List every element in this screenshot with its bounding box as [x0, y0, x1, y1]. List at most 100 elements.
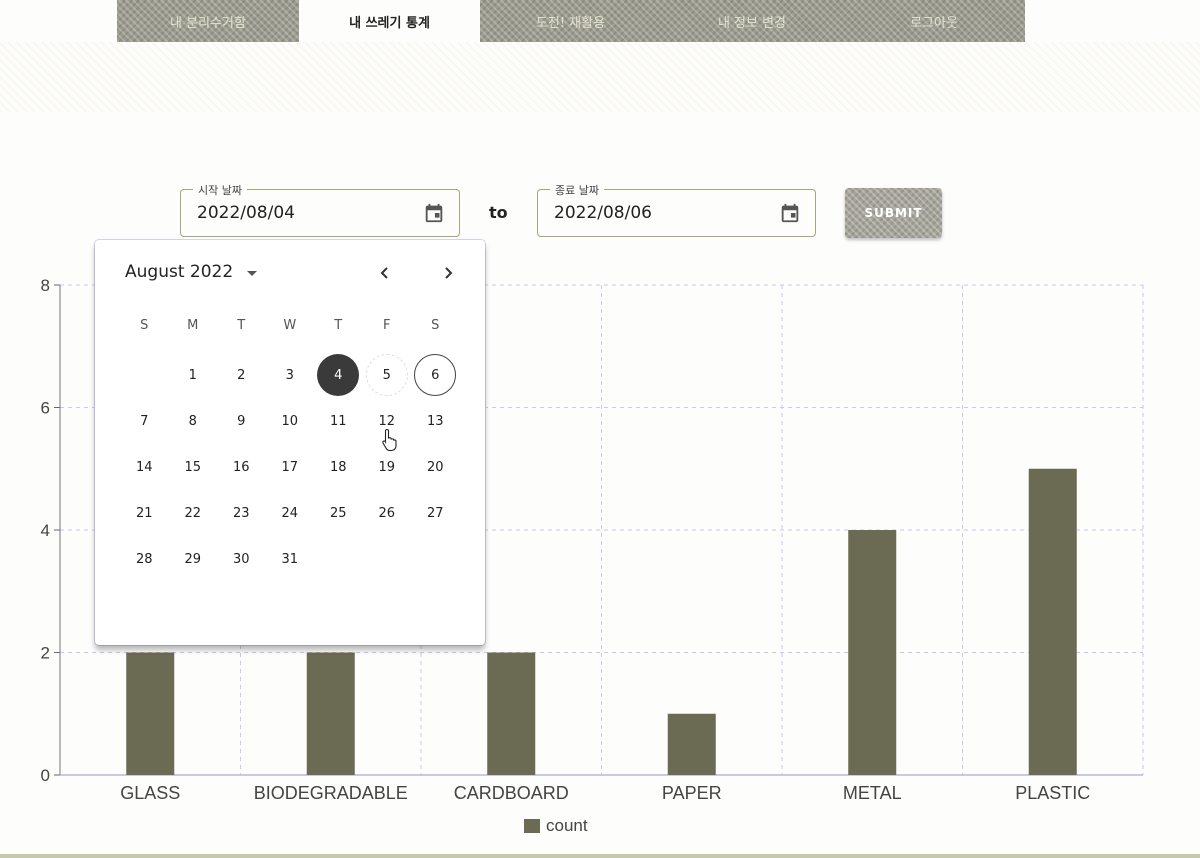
calendar-day[interactable]: 1: [169, 352, 218, 398]
calendar-day[interactable]: 28: [120, 536, 169, 582]
calendar-icon[interactable]: [423, 201, 445, 225]
calendar-day[interactable]: 23: [217, 490, 266, 536]
calendar-day[interactable]: 29: [169, 536, 218, 582]
calendar-day-number: 9: [237, 413, 246, 429]
month-year-label[interactable]: August 2022: [125, 262, 233, 282]
calendar-day[interactable]: 18: [314, 444, 363, 490]
bar: [487, 652, 536, 775]
calendar-day[interactable]: 17: [266, 444, 315, 490]
calendar-day[interactable]: 3: [266, 352, 315, 398]
calendar-day[interactable]: 8: [169, 398, 218, 444]
calendar-day[interactable]: 21: [120, 490, 169, 536]
calendar-day[interactable]: 4: [314, 352, 363, 398]
y-tick-label: 8: [41, 276, 50, 295]
calendar-day-number: 10: [281, 413, 299, 429]
calendar-day-number: 8: [188, 413, 197, 429]
x-tick-label: PAPER: [662, 783, 722, 803]
x-tick-label: PLASTIC: [1015, 783, 1090, 803]
calendar-day-number: 26: [378, 505, 396, 521]
calendar-day[interactable]: 22: [169, 490, 218, 536]
calendar-day-number: 1: [188, 367, 197, 383]
next-month-button[interactable]: [436, 261, 460, 285]
calendar-day[interactable]: 30: [217, 536, 266, 582]
calendar-day[interactable]: 24: [266, 490, 315, 536]
calendar-day[interactable]: 14: [120, 444, 169, 490]
chevron-right-icon: [445, 267, 453, 279]
start-date-label: 시작 날짜: [193, 182, 247, 198]
calendar-day-number: 20: [426, 459, 444, 475]
chart-legend: count: [524, 816, 588, 836]
bar: [1028, 468, 1077, 775]
calendar-days-grid: 1 2 3 4 5 6 7 8 9 10 11 12 13 14 15 16 17 18 19 20 21 22 23 24 2…: [120, 352, 460, 582]
calendar-day-number: 22: [184, 505, 202, 521]
calendar-day-number: 23: [232, 505, 250, 521]
calendar-day[interactable]: 25: [314, 490, 363, 536]
x-tick-label: METAL: [843, 783, 902, 803]
calendar-day[interactable]: 10: [266, 398, 315, 444]
y-tick-label: 6: [41, 399, 50, 418]
calendar-day-number: 21: [135, 505, 153, 521]
y-tick-label: 4: [41, 521, 50, 540]
start-date-field[interactable]: 시작 날짜 2022/08/04: [180, 182, 460, 237]
calendar-day-number: 17: [281, 459, 299, 475]
previous-month-button[interactable]: [373, 261, 397, 285]
calendar-day[interactable]: 5: [363, 352, 412, 398]
calendar-day-number: 27: [426, 505, 444, 521]
calendar-day-number: 25: [329, 505, 347, 521]
calendar-day[interactable]: 9: [217, 398, 266, 444]
picker-header: August 2022: [125, 262, 258, 282]
x-tick-label: CARDBOARD: [454, 783, 569, 803]
calendar-day-number: 2: [237, 367, 246, 383]
calendar-day-number: 28: [135, 551, 153, 567]
chevron-down-icon[interactable]: [247, 270, 258, 276]
calendar-day-number: 7: [140, 413, 149, 429]
calendar-day[interactable]: 6: [411, 352, 460, 398]
calendar-day[interactable]: 15: [169, 444, 218, 490]
calendar-day-number: 18: [329, 459, 347, 475]
legend-label: count: [546, 816, 588, 835]
weekday-label: S: [140, 318, 149, 333]
calendar-day-number: 11: [329, 413, 347, 429]
x-tick-label: BIODEGRADABLE: [254, 783, 408, 803]
x-tick-label: GLASS: [120, 783, 180, 803]
y-tick-label: 2: [41, 644, 50, 663]
bar: [306, 652, 355, 775]
calendar-day-number: 29: [184, 551, 202, 567]
footer-divider: [0, 854, 1200, 858]
y-tick-label: 0: [41, 766, 50, 785]
weekday-label: T: [237, 318, 246, 333]
calendar-day[interactable]: 31: [266, 536, 315, 582]
calendar-day[interactable]: 11: [314, 398, 363, 444]
calendar-day[interactable]: 26: [363, 490, 412, 536]
calendar-icon[interactable]: [779, 201, 801, 225]
bar: [126, 652, 175, 775]
end-date-value[interactable]: 2022/08/06: [554, 203, 652, 223]
calendar-day-number: 14: [135, 459, 153, 475]
calendar-day-number: 15: [184, 459, 202, 475]
calendar-day[interactable]: 13: [411, 398, 460, 444]
submit-button[interactable]: SUBMIT: [845, 188, 942, 238]
legend-swatch: [524, 819, 540, 833]
start-date-value[interactable]: 2022/08/04: [197, 203, 295, 223]
hand-cursor-icon: [382, 428, 397, 452]
end-date-field[interactable]: 종료 날짜 2022/08/06: [537, 182, 816, 237]
calendar-day-number: 16: [232, 459, 250, 475]
calendar-day[interactable]: 7: [120, 398, 169, 444]
calendar-day-number: 31: [281, 551, 299, 567]
calendar-day-number: 13: [426, 413, 444, 429]
calendar-day[interactable]: 27: [411, 490, 460, 536]
calendar-day-number: 3: [285, 367, 294, 383]
weekday-label: T: [334, 318, 343, 333]
calendar-day[interactable]: 20: [411, 444, 460, 490]
calendar-day[interactable]: 16: [217, 444, 266, 490]
weekday-label: F: [383, 318, 391, 333]
end-date-label: 종료 날짜: [550, 182, 604, 198]
weekday-label: W: [283, 318, 297, 333]
date-picker-popup: August 2022 SMTWTFS 1 2 3 4 5 6 7 8 9 10 11 12 13 14 1…: [95, 240, 485, 645]
weekday-header: SMTWTFS: [120, 318, 460, 333]
calendar-day-number: 6: [414, 354, 457, 396]
calendar-day[interactable]: 2: [217, 352, 266, 398]
empty-day-cell: [120, 352, 169, 398]
calendar-day-number: 30: [232, 551, 250, 567]
weekday-label: M: [187, 318, 199, 333]
